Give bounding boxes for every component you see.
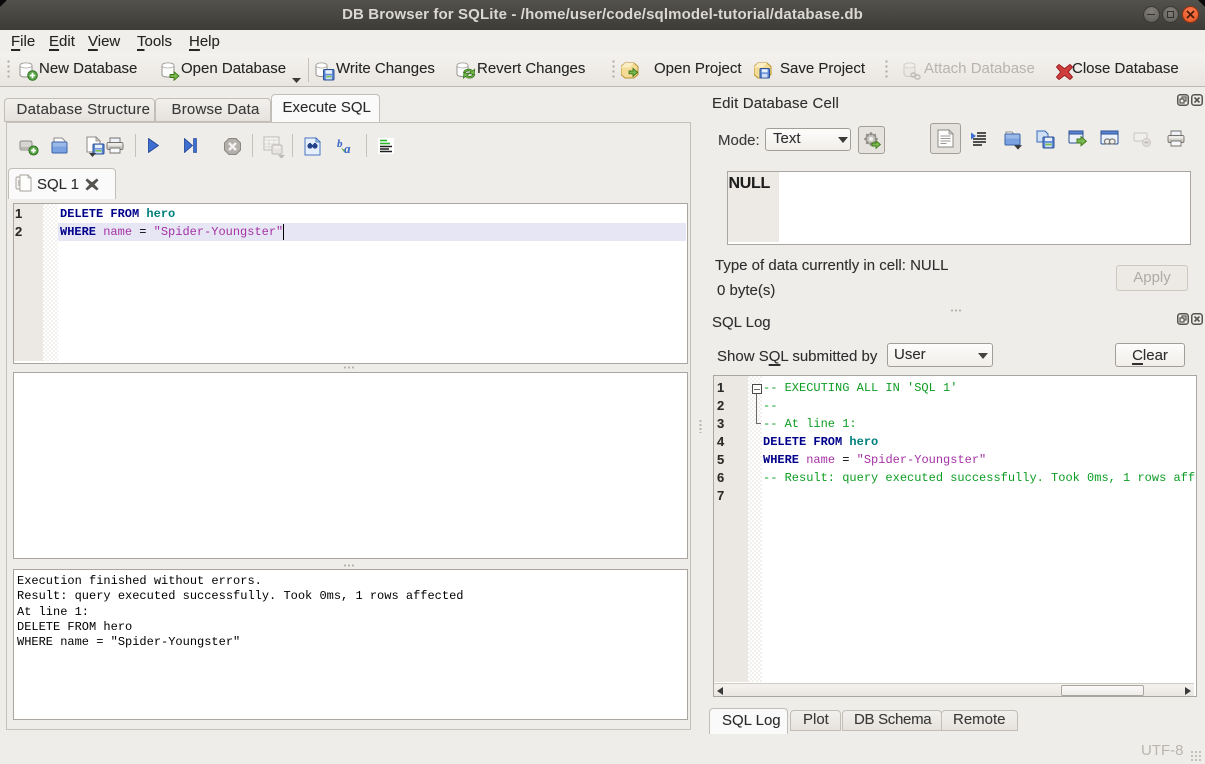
svg-text:b: b <box>337 138 343 150</box>
svg-text:a: a <box>344 141 351 155</box>
